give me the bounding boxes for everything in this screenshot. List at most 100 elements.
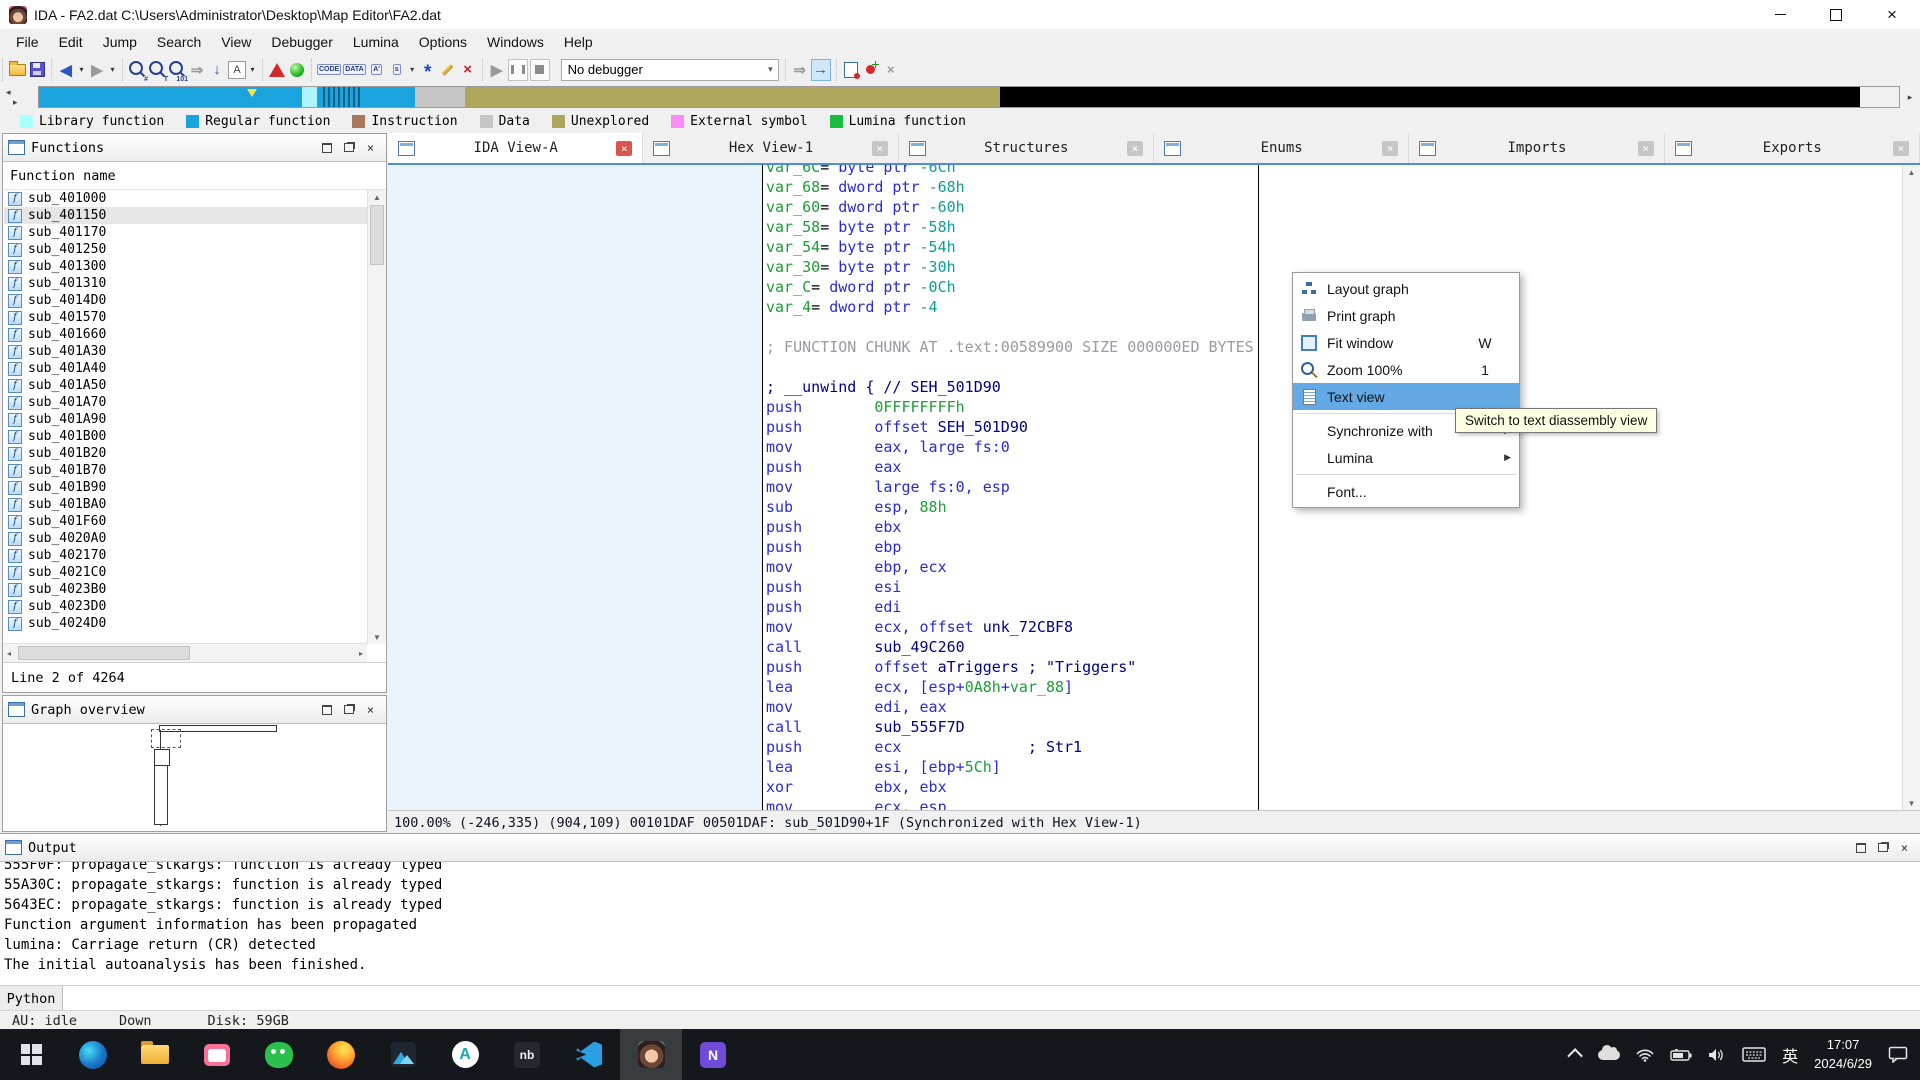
code-line[interactable]: mov ebp, ecx [766, 557, 1258, 577]
code-line[interactable]: mov eax, large fs:0 [766, 437, 1258, 457]
tab-enums[interactable]: Enums× [1154, 133, 1409, 163]
taskbar-clock[interactable]: 17:07 2024/6/29 [1814, 1036, 1872, 1074]
jump-address-icon[interactable]: ⇒ [188, 60, 206, 80]
debugger-select[interactable]: No debugger ▾ [561, 59, 779, 81]
function-row[interactable]: fsub_4023D0 [4, 598, 367, 615]
code-line[interactable]: lea ecx, [esp+0A8h+var_88] [766, 677, 1258, 697]
code-line[interactable]: push ebx [766, 517, 1258, 537]
function-row[interactable]: fsub_401A70 [4, 394, 367, 411]
code-line[interactable]: lea esi, [ebp+5Ch] [766, 757, 1258, 777]
scroll-up-icon[interactable]: ▲ [368, 190, 386, 204]
menu-item-print-graph[interactable]: Print graph [1293, 302, 1519, 329]
graph-overview-canvas[interactable] [3, 724, 386, 831]
teal-a-app[interactable]: A [434, 1029, 496, 1080]
scroll-down-icon[interactable]: ▼ [368, 630, 386, 644]
navband-segment-data[interactable] [415, 87, 465, 107]
function-row[interactable]: fsub_401000 [4, 190, 367, 207]
function-row[interactable]: fsub_4023B0 [4, 581, 367, 598]
analysis-status-icon[interactable] [288, 60, 306, 80]
menu-item-layout-graph[interactable]: Layout graph [1293, 275, 1519, 302]
ida-view-a[interactable]: var_6C= byte ptr -6Chvar_68= dword ptr -… [388, 165, 1920, 810]
code-line[interactable]: push ebp [766, 537, 1258, 557]
menu-item-font[interactable]: Font... [1293, 478, 1519, 505]
function-row[interactable]: fsub_4024D0 [4, 615, 367, 632]
forward-history-dropdown-icon[interactable]: ▾ [108, 60, 117, 80]
function-row[interactable]: fsub_401F60 [4, 513, 367, 530]
scrollbar-thumb[interactable] [370, 205, 384, 265]
function-row[interactable]: fsub_401310 [4, 275, 367, 292]
python-label[interactable]: Python [0, 986, 63, 1011]
jump-down-icon[interactable]: ↓ [208, 60, 226, 80]
restore-panel-button[interactable] [320, 142, 333, 154]
code-line[interactable]: var_4= dword ptr -4 [766, 297, 1258, 317]
navigate-back-icon[interactable]: ◀ [57, 60, 75, 80]
make-symbol-icon[interactable]: s [388, 60, 406, 80]
back-history-dropdown-icon[interactable]: ▾ [77, 60, 86, 80]
analysis-warning-icon[interactable] [268, 60, 286, 80]
bilibili[interactable] [186, 1029, 248, 1080]
maximize-button[interactable] [1808, 0, 1864, 29]
make-data-icon[interactable]: DATA [343, 60, 365, 80]
file-explorer[interactable] [124, 1029, 186, 1080]
tab-ida-view-a[interactable]: IDA View-A× [388, 133, 643, 163]
scroll-right-icon[interactable]: ▸ [355, 649, 367, 658]
tab-imports[interactable]: Imports× [1409, 133, 1664, 163]
code-line[interactable]: mov large fs:0, esp [766, 477, 1258, 497]
code-line[interactable]: mov edi, eax [766, 697, 1258, 717]
functions-vertical-scrollbar[interactable]: ▲ ▼ [367, 190, 386, 644]
code-line[interactable]: var_C= dword ptr -0Ch [766, 277, 1258, 297]
edit-function-icon[interactable] [439, 60, 457, 80]
tab-close-icon[interactable]: × [616, 141, 632, 156]
scroll-left-icon[interactable]: ◂ [3, 649, 15, 658]
function-row[interactable]: fsub_401170 [4, 224, 367, 241]
menu-help[interactable]: Help [554, 31, 603, 53]
scroll-down-icon[interactable]: ▼ [1903, 796, 1920, 810]
breakpoint-list-icon[interactable] [842, 60, 860, 80]
search-text-icon[interactable]: T [148, 60, 166, 80]
scrollbar-thumb[interactable] [18, 646, 190, 660]
navband-scroll-right-icon[interactable]: ▸ [1900, 92, 1920, 103]
code-line[interactable]: push edi [766, 597, 1258, 617]
viewport-rectangle[interactable] [151, 729, 181, 748]
menu-item-fit-window[interactable]: Fit windowW [1293, 329, 1519, 356]
delete-breakpoint-icon[interactable]: × [882, 60, 900, 80]
output-panel-caption[interactable]: Output × [0, 834, 1920, 862]
vscode[interactable] [558, 1029, 620, 1080]
name-dropdown-icon[interactable]: ▾ [248, 60, 257, 80]
float-panel-button[interactable] [342, 704, 355, 716]
close-panel-button[interactable]: × [364, 142, 377, 154]
menu-search[interactable]: Search [147, 31, 211, 53]
wifi-icon[interactable] [1636, 1048, 1654, 1062]
battery-icon[interactable] [1670, 1049, 1692, 1061]
tab-close-icon[interactable]: × [1382, 141, 1398, 156]
function-row[interactable]: fsub_401B20 [4, 445, 367, 462]
function-row[interactable]: fsub_4020A0 [4, 530, 367, 547]
code-line[interactable]: push offset aTriggers ; "Triggers" [766, 657, 1258, 677]
code-line[interactable]: var_54= byte ptr -54h [766, 237, 1258, 257]
function-row[interactable]: fsub_401A90 [4, 411, 367, 428]
navband-right-icon[interactable]: ▸ [13, 98, 38, 107]
make-dropdown-icon[interactable]: ▾ [408, 60, 417, 80]
float-panel-button[interactable] [342, 142, 355, 154]
close-panel-button[interactable]: × [1898, 842, 1911, 854]
scroll-up-icon[interactable]: ▲ [1903, 165, 1920, 179]
function-row[interactable]: fsub_401A40 [4, 360, 367, 377]
tab-structures[interactable]: Structures× [899, 133, 1154, 163]
code-line[interactable]: ; __unwind { // SEH_501D90 [766, 377, 1258, 397]
tab-close-icon[interactable]: × [872, 141, 888, 156]
function-row[interactable]: fsub_401B90 [4, 479, 367, 496]
function-row[interactable]: fsub_401660 [4, 326, 367, 343]
navband-left-icon[interactable]: ◂ [6, 88, 38, 97]
functions-horizontal-scrollbar[interactable]: ◂ ▸ [3, 643, 367, 662]
function-row[interactable]: fsub_401B00 [4, 428, 367, 445]
function-row[interactable]: fsub_401B70 [4, 462, 367, 479]
menu-windows[interactable]: Windows [477, 31, 554, 53]
menu-view[interactable]: View [211, 31, 261, 53]
minimize-button[interactable] [1752, 0, 1808, 29]
purple-n-app[interactable]: N [682, 1029, 744, 1080]
code-line[interactable]: xor ebx, ebx [766, 777, 1258, 797]
code-line[interactable]: var_68= dword ptr -68h [766, 177, 1258, 197]
code-line[interactable] [766, 357, 1258, 377]
code-line[interactable]: push offset SEH_501D90 [766, 417, 1258, 437]
onedrive-icon[interactable] [1598, 1050, 1620, 1060]
